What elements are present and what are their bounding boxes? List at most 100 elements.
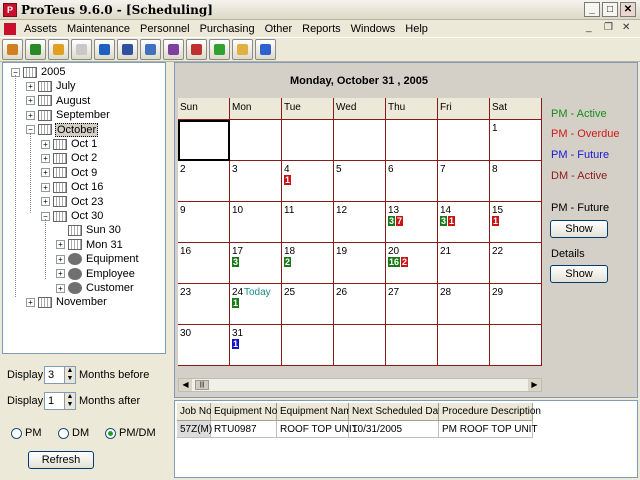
tree-node-day[interactable]: Sun 30 xyxy=(56,223,122,237)
radio-dm-circle[interactable] xyxy=(58,427,69,439)
tree-node-week[interactable]: + Oct 1 xyxy=(41,137,98,151)
user-tool-button[interactable] xyxy=(186,39,207,60)
calendar-day-cell[interactable]: 9 xyxy=(178,202,230,243)
calendar-day-cell[interactable]: 23 xyxy=(178,284,230,325)
assets-tool-button[interactable] xyxy=(2,39,23,60)
expand-toggle-icon[interactable]: + xyxy=(26,110,35,120)
calendar-day-cell[interactable]: 18 2 xyxy=(282,243,334,284)
calendar-day-cell[interactable]: 16 xyxy=(178,243,230,284)
scroll-left-icon[interactable]: ◀ xyxy=(179,379,192,391)
scroll-thumb[interactable]: ||| xyxy=(195,380,209,390)
expand-toggle-icon[interactable]: + xyxy=(26,81,35,91)
calendar-day-cell[interactable]: 14 3 1 xyxy=(438,202,490,243)
schedule-tool-button[interactable] xyxy=(117,39,138,60)
tree-node-equipment[interactable]: + Equipment xyxy=(56,252,140,266)
documents-tool-button[interactable] xyxy=(232,39,253,60)
job-count-badge[interactable]: 3 xyxy=(388,216,396,226)
calendar-day-cell[interactable] xyxy=(334,120,386,161)
calendar-day-cell[interactable] xyxy=(386,325,438,366)
job-count-badge[interactable]: 3 xyxy=(232,257,240,267)
calendar-day-cell[interactable] xyxy=(334,325,386,366)
menu-purchasing[interactable]: Purchasing xyxy=(195,23,260,35)
calendar-tool-button[interactable] xyxy=(140,39,161,60)
calendar-day-cell[interactable]: 6 xyxy=(386,161,438,202)
spinner-arrows-icon[interactable]: ▲ ▼ xyxy=(64,367,75,383)
expand-toggle-icon[interactable]: + xyxy=(41,139,50,149)
column-header-0[interactable]: Job No. xyxy=(177,403,214,421)
mdi-restore-button[interactable]: ❐ xyxy=(604,22,613,33)
calendar-day-cell[interactable]: 1 xyxy=(490,120,542,161)
calendar-day-cell[interactable] xyxy=(386,120,438,161)
pm-future-show-button[interactable]: Show xyxy=(550,220,608,238)
calendar-day-cell[interactable] xyxy=(438,325,490,366)
job-cell[interactable]: 10/31/2005 xyxy=(349,421,439,438)
help-tool-button[interactable] xyxy=(255,39,276,60)
column-header-3[interactable]: Next Scheduled Date xyxy=(349,403,447,421)
tree-node-week[interactable]: + Oct 16 xyxy=(41,180,104,194)
calendar-day-cell[interactable]: 10 xyxy=(230,202,282,243)
months-after-value[interactable]: 1 xyxy=(45,395,64,407)
job-cell[interactable]: 57Z(M) xyxy=(177,421,212,438)
job-count-badge[interactable]: 1 xyxy=(448,216,456,226)
calendar-day-cell[interactable]: 26 xyxy=(334,284,386,325)
minimize-button[interactable]: _ xyxy=(584,2,600,17)
close-button[interactable]: ✕ xyxy=(620,2,636,17)
menu-assets[interactable]: Assets xyxy=(19,23,62,35)
expand-toggle-icon[interactable]: + xyxy=(41,197,50,207)
job-cell[interactable]: ROOF TOP UNIT xyxy=(277,421,358,438)
job-count-badge[interactable]: 1 xyxy=(492,216,500,226)
calendar-day-cell[interactable]: 30 xyxy=(178,325,230,366)
tree-node-2005[interactable]: −2005 xyxy=(11,65,66,79)
job-count-badge[interactable]: 1 xyxy=(232,339,240,349)
radio-pm-circle[interactable] xyxy=(11,427,22,439)
mdi-close-button[interactable]: ✕ xyxy=(622,22,630,33)
expand-toggle-icon[interactable]: + xyxy=(26,297,35,307)
months-before-spinner[interactable]: 3 ▲ ▼ xyxy=(44,366,76,384)
column-header-2[interactable]: Equipment Name xyxy=(277,403,357,421)
calendar-day-cell[interactable]: 3 xyxy=(230,161,282,202)
workorder-tool-button[interactable] xyxy=(48,39,69,60)
tools-tool-button[interactable] xyxy=(209,39,230,60)
calendar-day-cell[interactable]: 41 xyxy=(282,161,334,202)
tree-node-october[interactable]: − October xyxy=(26,122,99,137)
calendar-day-cell[interactable]: 29 xyxy=(490,284,542,325)
personnel-tool-button[interactable] xyxy=(163,39,184,60)
calendar-day-cell[interactable]: 15 1 xyxy=(490,202,542,243)
scroll-right-icon[interactable]: ▶ xyxy=(528,379,541,391)
calendar-day-cell[interactable]: 21 xyxy=(438,243,490,284)
calendar-day-cell[interactable]: 2 xyxy=(178,161,230,202)
search-tool-button[interactable] xyxy=(94,39,115,60)
job-count-badge[interactable]: 1 xyxy=(284,175,292,185)
calendar-day-cell[interactable]: 24 Today 1 xyxy=(230,284,282,325)
menu-help[interactable]: Help xyxy=(400,23,433,35)
refresh-button[interactable]: Refresh xyxy=(28,451,94,469)
expand-toggle-icon[interactable]: + xyxy=(56,269,65,279)
calendar-day-cell[interactable]: 5 xyxy=(334,161,386,202)
calendar-day-cell[interactable] xyxy=(230,120,282,161)
calendar-day-cell[interactable] xyxy=(490,325,542,366)
calendar-day-cell[interactable]: 12 xyxy=(334,202,386,243)
calendar-day-cell[interactable]: 7 xyxy=(438,161,490,202)
radio-pmdm[interactable]: PM/DM xyxy=(105,427,156,439)
menu-windows[interactable]: Windows xyxy=(346,23,401,35)
calendar-day-cell[interactable]: 31 1 xyxy=(230,325,282,366)
months-before-value[interactable]: 3 xyxy=(45,369,64,381)
job-count-badge[interactable]: 2 xyxy=(284,257,292,267)
job-count-badge[interactable]: 3 xyxy=(440,216,448,226)
menu-personnel[interactable]: Personnel xyxy=(135,23,195,35)
job-cell[interactable]: RTU0987 xyxy=(211,421,277,438)
tree-node-week[interactable]: + Oct 2 xyxy=(41,151,98,165)
tree-node-august[interactable]: + August xyxy=(26,94,91,108)
tree-node-november[interactable]: + November xyxy=(26,295,108,309)
job-count-badge[interactable]: 2 xyxy=(401,257,409,267)
details-show-button[interactable]: Show xyxy=(550,265,608,283)
tree-node-employee[interactable]: + Employee xyxy=(56,267,136,281)
horizontal-scrollbar[interactable]: ◀ ||| ▶ xyxy=(178,378,542,392)
maximize-button[interactable]: □ xyxy=(602,2,618,17)
menu-other[interactable]: Other xyxy=(260,23,298,35)
calendar-day-cell[interactable]: 13 3 7 xyxy=(386,202,438,243)
calendar-day-cell[interactable]: 28 xyxy=(438,284,490,325)
report-tool-button[interactable] xyxy=(71,39,92,60)
calendar-day-cell[interactable]: 11 xyxy=(282,202,334,243)
calendar-day-cell[interactable]: 22 xyxy=(490,243,542,284)
